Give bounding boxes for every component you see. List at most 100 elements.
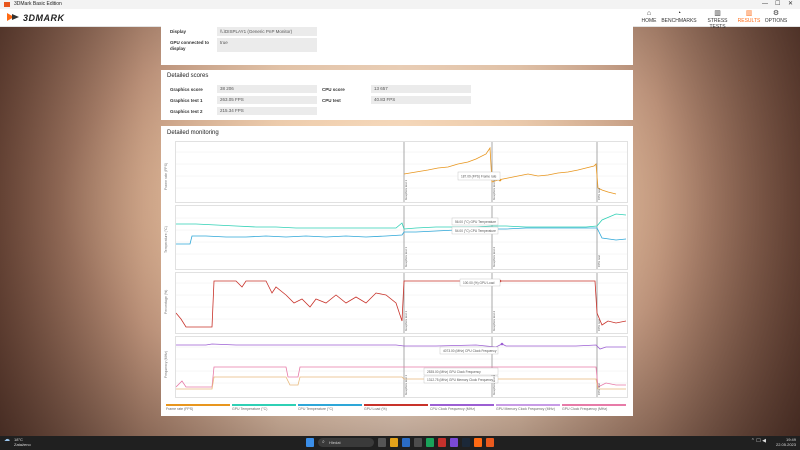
- app-icon[interactable]: [486, 438, 494, 447]
- 3dmark-logo-icon: [7, 13, 21, 22]
- legend-item[interactable]: GPU Load (%): [364, 404, 428, 412]
- detailed-scores-panel: Detailed scores Graphics score 38 206 Gr…: [161, 70, 633, 120]
- nav-results[interactable]: ▥ RESULTS: [737, 10, 761, 26]
- gpu-mem-tooltip: 1312.75 (MHz) GPU Memory Clock Frequency: [427, 378, 493, 382]
- legend-item[interactable]: GPU Memory Clock Frequency (MHz): [496, 404, 560, 412]
- gpu-temp-tooltip: 56.00 (°C) GPU Temperature: [455, 220, 496, 224]
- nav-options-label: OPTIONS: [764, 18, 788, 24]
- gpu-connected-value: true: [217, 38, 317, 52]
- minimize-button[interactable]: —: [762, 0, 768, 9]
- task-view-icon[interactable]: [378, 438, 386, 447]
- marker-graphics-test-1: Graphics test 1: [404, 179, 408, 200]
- marker-cpu-test: CPU test: [597, 255, 601, 267]
- brand-logo[interactable]: 3DMARK: [7, 12, 65, 23]
- legend-item[interactable]: Frame rate (FPS): [166, 404, 230, 412]
- score-value: 215.34 FPS: [217, 107, 317, 115]
- cloud-icon: ☁: [4, 437, 10, 443]
- file-explorer-icon[interactable]: [390, 438, 398, 447]
- brand-name: 3DMARK: [23, 12, 65, 23]
- app-icon[interactable]: [438, 438, 446, 447]
- score-label: Graphics score: [170, 87, 203, 92]
- fps-chart[interactable]: 187.09 (FPS) Frame rate Graphics test 1 …: [175, 141, 628, 203]
- stress-tests-icon: ▥: [714, 10, 721, 17]
- frequency-chart[interactable]: 4073.00 (MHz) CPU Clock Frequency 2535.0…: [175, 336, 628, 398]
- temperature-chart[interactable]: 56.00 (°C) GPU Temperature 54.00 (°C) CP…: [175, 205, 628, 270]
- legend-label: CPU Clock Frequency (MHz): [430, 406, 476, 411]
- score-label: CPU test: [322, 98, 341, 103]
- gpu-clock-tooltip: 2535.00 (MHz) GPU Clock Frequency: [427, 370, 481, 374]
- gpu-load-chart-svg: 100.00 (%) GPU Load Graphics test 1 Grap…: [176, 273, 627, 333]
- marker-cpu-test: CPU test: [597, 383, 601, 395]
- windows-start-icon[interactable]: [306, 438, 314, 447]
- legend-label: GPU Load (%): [364, 406, 387, 411]
- score-value: 13 657: [371, 85, 471, 93]
- cpu-temp-tooltip: 54.00 (°C) CPU Temperature: [455, 229, 496, 233]
- search-placeholder: Hledat: [329, 440, 341, 445]
- score-value: 40.83 FPS: [371, 96, 471, 104]
- marker-graphics-test-1: Graphics test 1: [404, 374, 408, 395]
- chart-legend: Frame rate (FPS) GPU Temperature (°C) CP…: [166, 404, 626, 412]
- taskbar-search[interactable]: ⌕ Hledat: [318, 438, 374, 447]
- gpu-connected-label-2: display: [170, 46, 186, 51]
- marker-cpu-test: CPU test: [597, 188, 601, 200]
- legend-item[interactable]: CPU Temperature (°C): [298, 404, 362, 412]
- fps-tooltip: 187.09 (FPS) Frame rate: [461, 175, 497, 179]
- search-icon: ⌕: [322, 439, 325, 445]
- score-label: CPU score: [322, 87, 345, 92]
- steam-icon[interactable]: [462, 438, 470, 447]
- display-label: Display: [170, 29, 187, 34]
- nav-stress-tests-label: STRESS TESTS: [707, 18, 728, 30]
- nav-options[interactable]: ⚙ OPTIONS: [764, 10, 788, 26]
- y-axis-label-frequency: Frequency (MHz): [164, 350, 168, 378]
- legend-label: Frame rate (FPS): [166, 406, 194, 411]
- legend-label: GPU Temperature (°C): [232, 406, 268, 411]
- display-info-panel: Display \\.\DISPLAY1 (Generic PnP Monito…: [161, 26, 633, 65]
- marker-graphics-test-1: Graphics test 1: [404, 310, 408, 331]
- detailed-monitoring-title: Detailed monitoring: [167, 130, 219, 136]
- legend-item[interactable]: GPU Temperature (°C): [232, 404, 296, 412]
- weather-widget[interactable]: ☁ 18°C Zataženo: [4, 437, 31, 447]
- gear-icon: ⚙: [772, 10, 780, 17]
- weather-desc: Zataženo: [14, 442, 31, 447]
- legend-label: CPU Temperature (°C): [298, 406, 334, 411]
- 3dmark-taskbar-icon[interactable]: [474, 438, 482, 447]
- marker-graphics-test-2: Graphics test 2: [492, 374, 496, 395]
- legend-item[interactable]: GPU Clock Frequency (MHz): [562, 404, 626, 412]
- nav-home[interactable]: ⌂ HOME: [641, 10, 657, 26]
- y-axis-label-temperature: Temperature (°C): [164, 226, 168, 253]
- score-label: Graphics test 2: [170, 109, 203, 114]
- score-value: 263.05 FPS: [217, 96, 317, 104]
- clock[interactable]: 19:49 22.05.2023: [766, 437, 796, 447]
- marker-cpu-test: CPU test: [597, 319, 601, 331]
- maximize-button[interactable]: ☐: [775, 0, 780, 9]
- benchmarks-icon: ◔: [676, 10, 682, 17]
- fps-chart-svg: 187.09 (FPS) Frame rate Graphics test 1 …: [176, 142, 627, 202]
- nav-results-label: RESULTS: [737, 18, 761, 24]
- windows-taskbar: ☁ 18°C Zataženo ⌕ Hledat ⌃ ☐ ◀ 19:49 22.…: [0, 436, 800, 450]
- cpu-clock-tooltip: 4073.00 (MHz) CPU Clock Frequency: [443, 349, 497, 353]
- nav-benchmarks[interactable]: ◔ BENCHMARKS: [661, 10, 697, 26]
- frequency-chart-svg: 4073.00 (MHz) CPU Clock Frequency 2535.0…: [176, 337, 627, 397]
- temperature-chart-svg: 56.00 (°C) GPU Temperature 54.00 (°C) CP…: [176, 206, 627, 269]
- home-icon: ⌂: [646, 10, 652, 17]
- store-icon[interactable]: [414, 438, 422, 447]
- legend-label: GPU Memory Clock Frequency (MHz): [496, 406, 555, 411]
- gpu-load-chart[interactable]: 100.00 (%) GPU Load Graphics test 1 Grap…: [175, 272, 628, 334]
- legend-item[interactable]: CPU Clock Frequency (MHz): [430, 404, 494, 412]
- app-logo-icon: [4, 2, 10, 7]
- score-label: Graphics test 1: [170, 98, 203, 103]
- window-title: 3DMark Basic Edition: [14, 1, 62, 7]
- nav-stress-tests[interactable]: ▥ STRESS TESTS: [700, 10, 735, 30]
- marker-graphics-test-1: Graphics test 1: [404, 246, 408, 267]
- marker-graphics-test-2: Graphics test 2: [492, 310, 496, 331]
- close-button[interactable]: ✕: [788, 0, 793, 9]
- gpu-connected-label: GPU connected to: [170, 40, 210, 45]
- nav-home-label: HOME: [641, 18, 657, 24]
- app-icon[interactable]: [426, 438, 434, 447]
- marker-graphics-test-2: Graphics test 2: [492, 246, 496, 267]
- app-icon[interactable]: [450, 438, 458, 447]
- system-tray-icons[interactable]: ⌃ ☐ ◀: [744, 439, 766, 444]
- edge-browser-icon[interactable]: [402, 438, 410, 447]
- score-value: 38 206: [217, 85, 317, 93]
- app-header: 3DMARK ⌂ HOME ◔ BENCHMARKS ▥ STRESS TEST…: [0, 9, 800, 30]
